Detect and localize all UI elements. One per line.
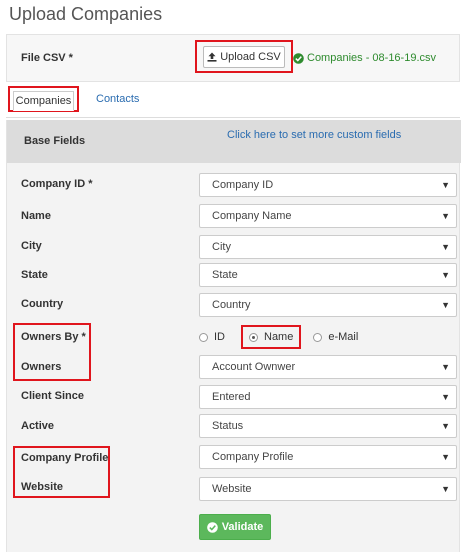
country-select[interactable]: Country ▼ xyxy=(199,293,457,317)
panel-header: Base Fields Click here to set more custo… xyxy=(7,120,461,163)
panel-title: Base Fields xyxy=(24,135,86,147)
company-id-label: Company ID * xyxy=(21,178,93,190)
upload-csv-button[interactable]: Upload CSV xyxy=(203,46,285,68)
validate-label: Validate xyxy=(221,521,264,533)
company-id-value: Company ID xyxy=(212,179,274,191)
company-profile-value: Company Profile xyxy=(212,451,294,463)
chevron-down-icon: ▼ xyxy=(441,211,450,221)
client-since-label: Client Since xyxy=(21,390,84,402)
owners-by-label: Owners By * xyxy=(21,331,86,343)
upload-csv-label: Upload CSV xyxy=(220,51,281,63)
chevron-down-icon: ▼ xyxy=(441,392,450,402)
chevron-down-icon: ▼ xyxy=(441,270,450,280)
name-value: Company Name xyxy=(212,210,292,222)
city-value: City xyxy=(212,241,231,253)
city-select[interactable]: City ▼ xyxy=(199,235,457,259)
chevron-down-icon: ▼ xyxy=(441,300,450,310)
country-value: Country xyxy=(212,299,251,311)
owners-label: Owners xyxy=(21,361,62,373)
upload-highlight: Upload CSV xyxy=(195,40,293,73)
tab-bar: Companies Contacts xyxy=(6,85,460,118)
website-label: Website xyxy=(21,481,63,493)
check-circle-icon xyxy=(206,521,218,533)
page-title: Upload Companies xyxy=(9,4,163,24)
file-status-text: Companies - 08-16-19.csv xyxy=(307,52,437,64)
chevron-down-icon: ▼ xyxy=(441,421,450,431)
company-profile-label: Company Profile xyxy=(21,452,109,464)
active-select[interactable]: Status ▼ xyxy=(199,414,457,438)
name-option-highlight: Name xyxy=(241,325,302,349)
active-value: Status xyxy=(212,420,244,432)
client-since-value: Entered xyxy=(212,391,251,403)
state-select[interactable]: State ▼ xyxy=(199,263,457,287)
file-upload-row: File CSV * Upload CSV Companies - 08-16-… xyxy=(6,34,460,82)
owners-value: Account Ownwer xyxy=(212,361,296,373)
custom-fields-link[interactable]: Click here to set more custom fields xyxy=(227,129,401,141)
tab-highlight: Companies xyxy=(8,86,79,112)
website-value: Website xyxy=(212,483,252,495)
name-select[interactable]: Company Name ▼ xyxy=(199,204,457,228)
radio-id[interactable] xyxy=(199,332,208,342)
radio-email[interactable] xyxy=(313,332,323,342)
company-profile-select[interactable]: Company Profile ▼ xyxy=(199,445,457,469)
owners-select[interactable]: Account Ownwer ▼ xyxy=(199,355,457,379)
chevron-down-icon: ▼ xyxy=(441,452,450,462)
upload-icon xyxy=(207,52,217,62)
file-status: Companies - 08-16-19.csv xyxy=(293,52,436,64)
radio-email-label: e-Mail xyxy=(328,331,359,343)
radio-name[interactable] xyxy=(249,332,258,342)
client-since-select[interactable]: Entered ▼ xyxy=(199,385,457,409)
base-fields-panel: Base Fields Click here to set more custo… xyxy=(6,120,461,552)
state-value: State xyxy=(212,269,238,281)
tab-companies[interactable]: Companies xyxy=(13,91,74,111)
company-id-select[interactable]: Company ID ▼ xyxy=(199,173,457,197)
validate-button[interactable]: Validate xyxy=(199,514,271,540)
name-label: Name xyxy=(21,210,51,222)
country-label: Country xyxy=(21,298,64,310)
owners-by-radio-group: ID Name e-Mail xyxy=(199,325,359,349)
radio-name-label: Name xyxy=(264,331,294,343)
radio-id-label: ID xyxy=(214,331,225,343)
chevron-down-icon: ▼ xyxy=(441,180,450,190)
tab-contacts[interactable]: Contacts xyxy=(96,93,139,105)
city-label: City xyxy=(21,240,42,252)
chevron-down-icon: ▼ xyxy=(441,484,450,494)
website-select[interactable]: Website ▼ xyxy=(199,477,457,501)
file-csv-label: File CSV * xyxy=(21,52,73,64)
chevron-down-icon: ▼ xyxy=(441,242,450,252)
check-circle-icon xyxy=(293,52,304,64)
active-label: Active xyxy=(21,420,55,432)
chevron-down-icon: ▼ xyxy=(441,362,450,372)
state-label: State xyxy=(21,269,48,281)
